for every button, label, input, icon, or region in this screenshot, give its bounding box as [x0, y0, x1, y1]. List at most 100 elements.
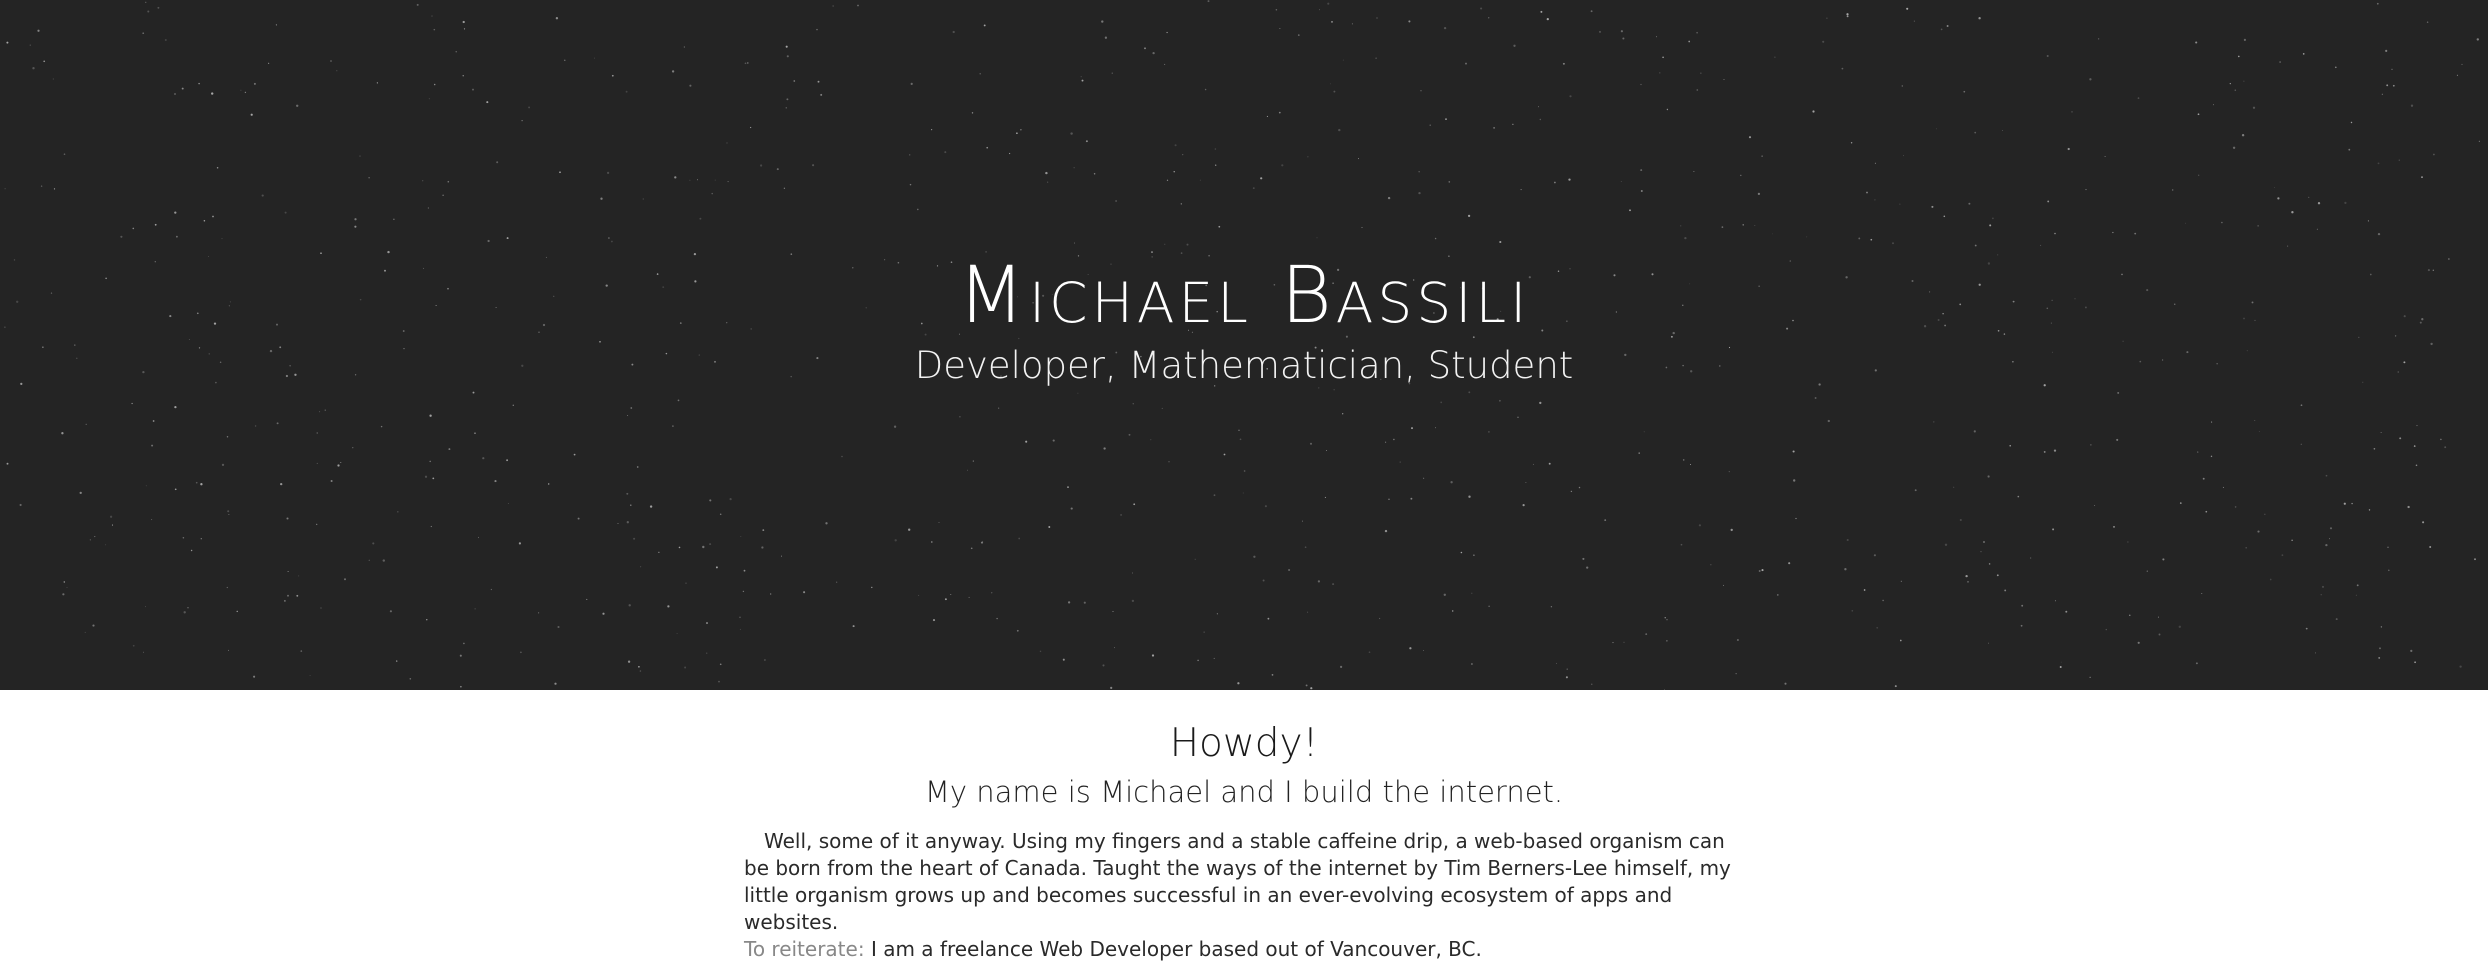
star-dot: [1899, 203, 1901, 205]
star-dot: [1468, 391, 1471, 394]
star-dot: [268, 62, 270, 64]
star-dot: [2040, 244, 2042, 246]
star-dot: [1112, 610, 1114, 613]
star-dot: [1682, 459, 1685, 461]
star-dot: [719, 513, 722, 515]
star-dot: [1128, 433, 1131, 436]
star-dot: [1173, 171, 1175, 173]
star-dot: [1467, 214, 1471, 218]
star-dot: [1582, 557, 1585, 560]
star-dot: [1271, 674, 1274, 676]
star-dot: [85, 423, 87, 426]
star-dot: [1659, 72, 1661, 74]
star-dot: [970, 547, 973, 550]
star-dot: [1555, 662, 1558, 664]
star-dot: [368, 559, 370, 561]
star-dot: [2325, 543, 2328, 547]
star-dot: [89, 539, 91, 541]
star-dot: [2205, 510, 2208, 513]
star-dot: [1901, 85, 1904, 87]
star-dot: [2385, 49, 2388, 52]
star-dot: [1684, 236, 1687, 240]
star-dot: [462, 75, 464, 77]
star-dot: [617, 523, 619, 525]
star-dot: [1451, 610, 1454, 612]
star-dot: [1858, 237, 1861, 240]
star-dot: [1387, 196, 1391, 200]
star-dot: [1151, 654, 1155, 657]
star-dot: [1846, 13, 1849, 16]
star-dot: [286, 517, 289, 520]
star-dot: [1612, 642, 1614, 644]
star-dot: [706, 652, 708, 654]
star-dot: [586, 598, 588, 600]
star-dot: [507, 502, 509, 504]
star-dot: [627, 660, 631, 663]
star-dot: [203, 219, 206, 222]
star-dot: [1562, 62, 1565, 65]
star-dot: [1776, 594, 1779, 596]
star-dot: [2392, 84, 2395, 87]
reiterate-text: I am a freelance Web Developer based out…: [870, 937, 1482, 961]
star-dot: [689, 179, 691, 181]
star-dot: [1317, 580, 1321, 583]
star-dot: [280, 482, 283, 486]
star-dot: [94, 536, 96, 538]
star-dot: [1604, 519, 1607, 521]
star-dot: [1114, 647, 1115, 649]
star-dot: [1968, 202, 1971, 205]
star-dot: [174, 405, 177, 409]
star-dot: [1696, 31, 1698, 34]
star-dot: [2314, 652, 2317, 654]
star-dot: [2325, 474, 2328, 477]
star-dot: [1450, 481, 1453, 484]
star-dot: [1570, 490, 1573, 493]
star-dot: [1327, 2, 1330, 5]
star-dot: [1513, 44, 1516, 47]
star-dot: [1698, 524, 1702, 527]
star-dot: [1473, 554, 1475, 557]
star-dot: [1850, 142, 1853, 144]
star-dot: [1974, 244, 1977, 247]
star-dot: [1408, 20, 1411, 23]
star-dot: [1204, 88, 1207, 91]
star-dot: [2137, 641, 2140, 644]
star-dot: [1680, 543, 1683, 546]
star-dot: [1110, 686, 1113, 690]
star-dot: [2067, 147, 2070, 151]
star-dot: [1844, 568, 1847, 571]
star-dot: [2444, 446, 2447, 449]
star-dot: [1914, 489, 1917, 492]
star-dot: [1772, 233, 1773, 235]
star-dot: [2291, 539, 2293, 541]
star-dot: [1243, 470, 1246, 472]
star-dot: [986, 146, 989, 149]
star-dot: [1470, 663, 1473, 665]
star-dot: [1996, 574, 1999, 577]
star-dot: [998, 407, 1000, 409]
star-dot: [1213, 657, 1215, 659]
star-dot: [1550, 606, 1553, 608]
star-dot: [649, 505, 653, 508]
star-dot: [803, 591, 806, 594]
star-dot: [972, 460, 974, 462]
star-dot: [559, 171, 561, 174]
star-dot: [2257, 225, 2259, 227]
star-dot: [53, 188, 56, 190]
star-dot: [459, 654, 462, 657]
star-dot: [825, 522, 828, 525]
star-dot: [1197, 659, 1199, 662]
star-dot: [719, 663, 722, 666]
star-dot: [1150, 439, 1152, 441]
star-dot: [477, 536, 480, 539]
star-dot: [729, 498, 732, 501]
star-dot: [1978, 17, 1981, 20]
star-dot: [770, 593, 772, 595]
star-dot: [1067, 601, 1071, 604]
star-dot: [625, 90, 628, 93]
star-dot: [200, 483, 203, 486]
star-dot: [1546, 17, 1549, 21]
star-dot: [1443, 593, 1446, 596]
star-dot: [786, 98, 789, 101]
star-dot: [1435, 427, 1436, 429]
